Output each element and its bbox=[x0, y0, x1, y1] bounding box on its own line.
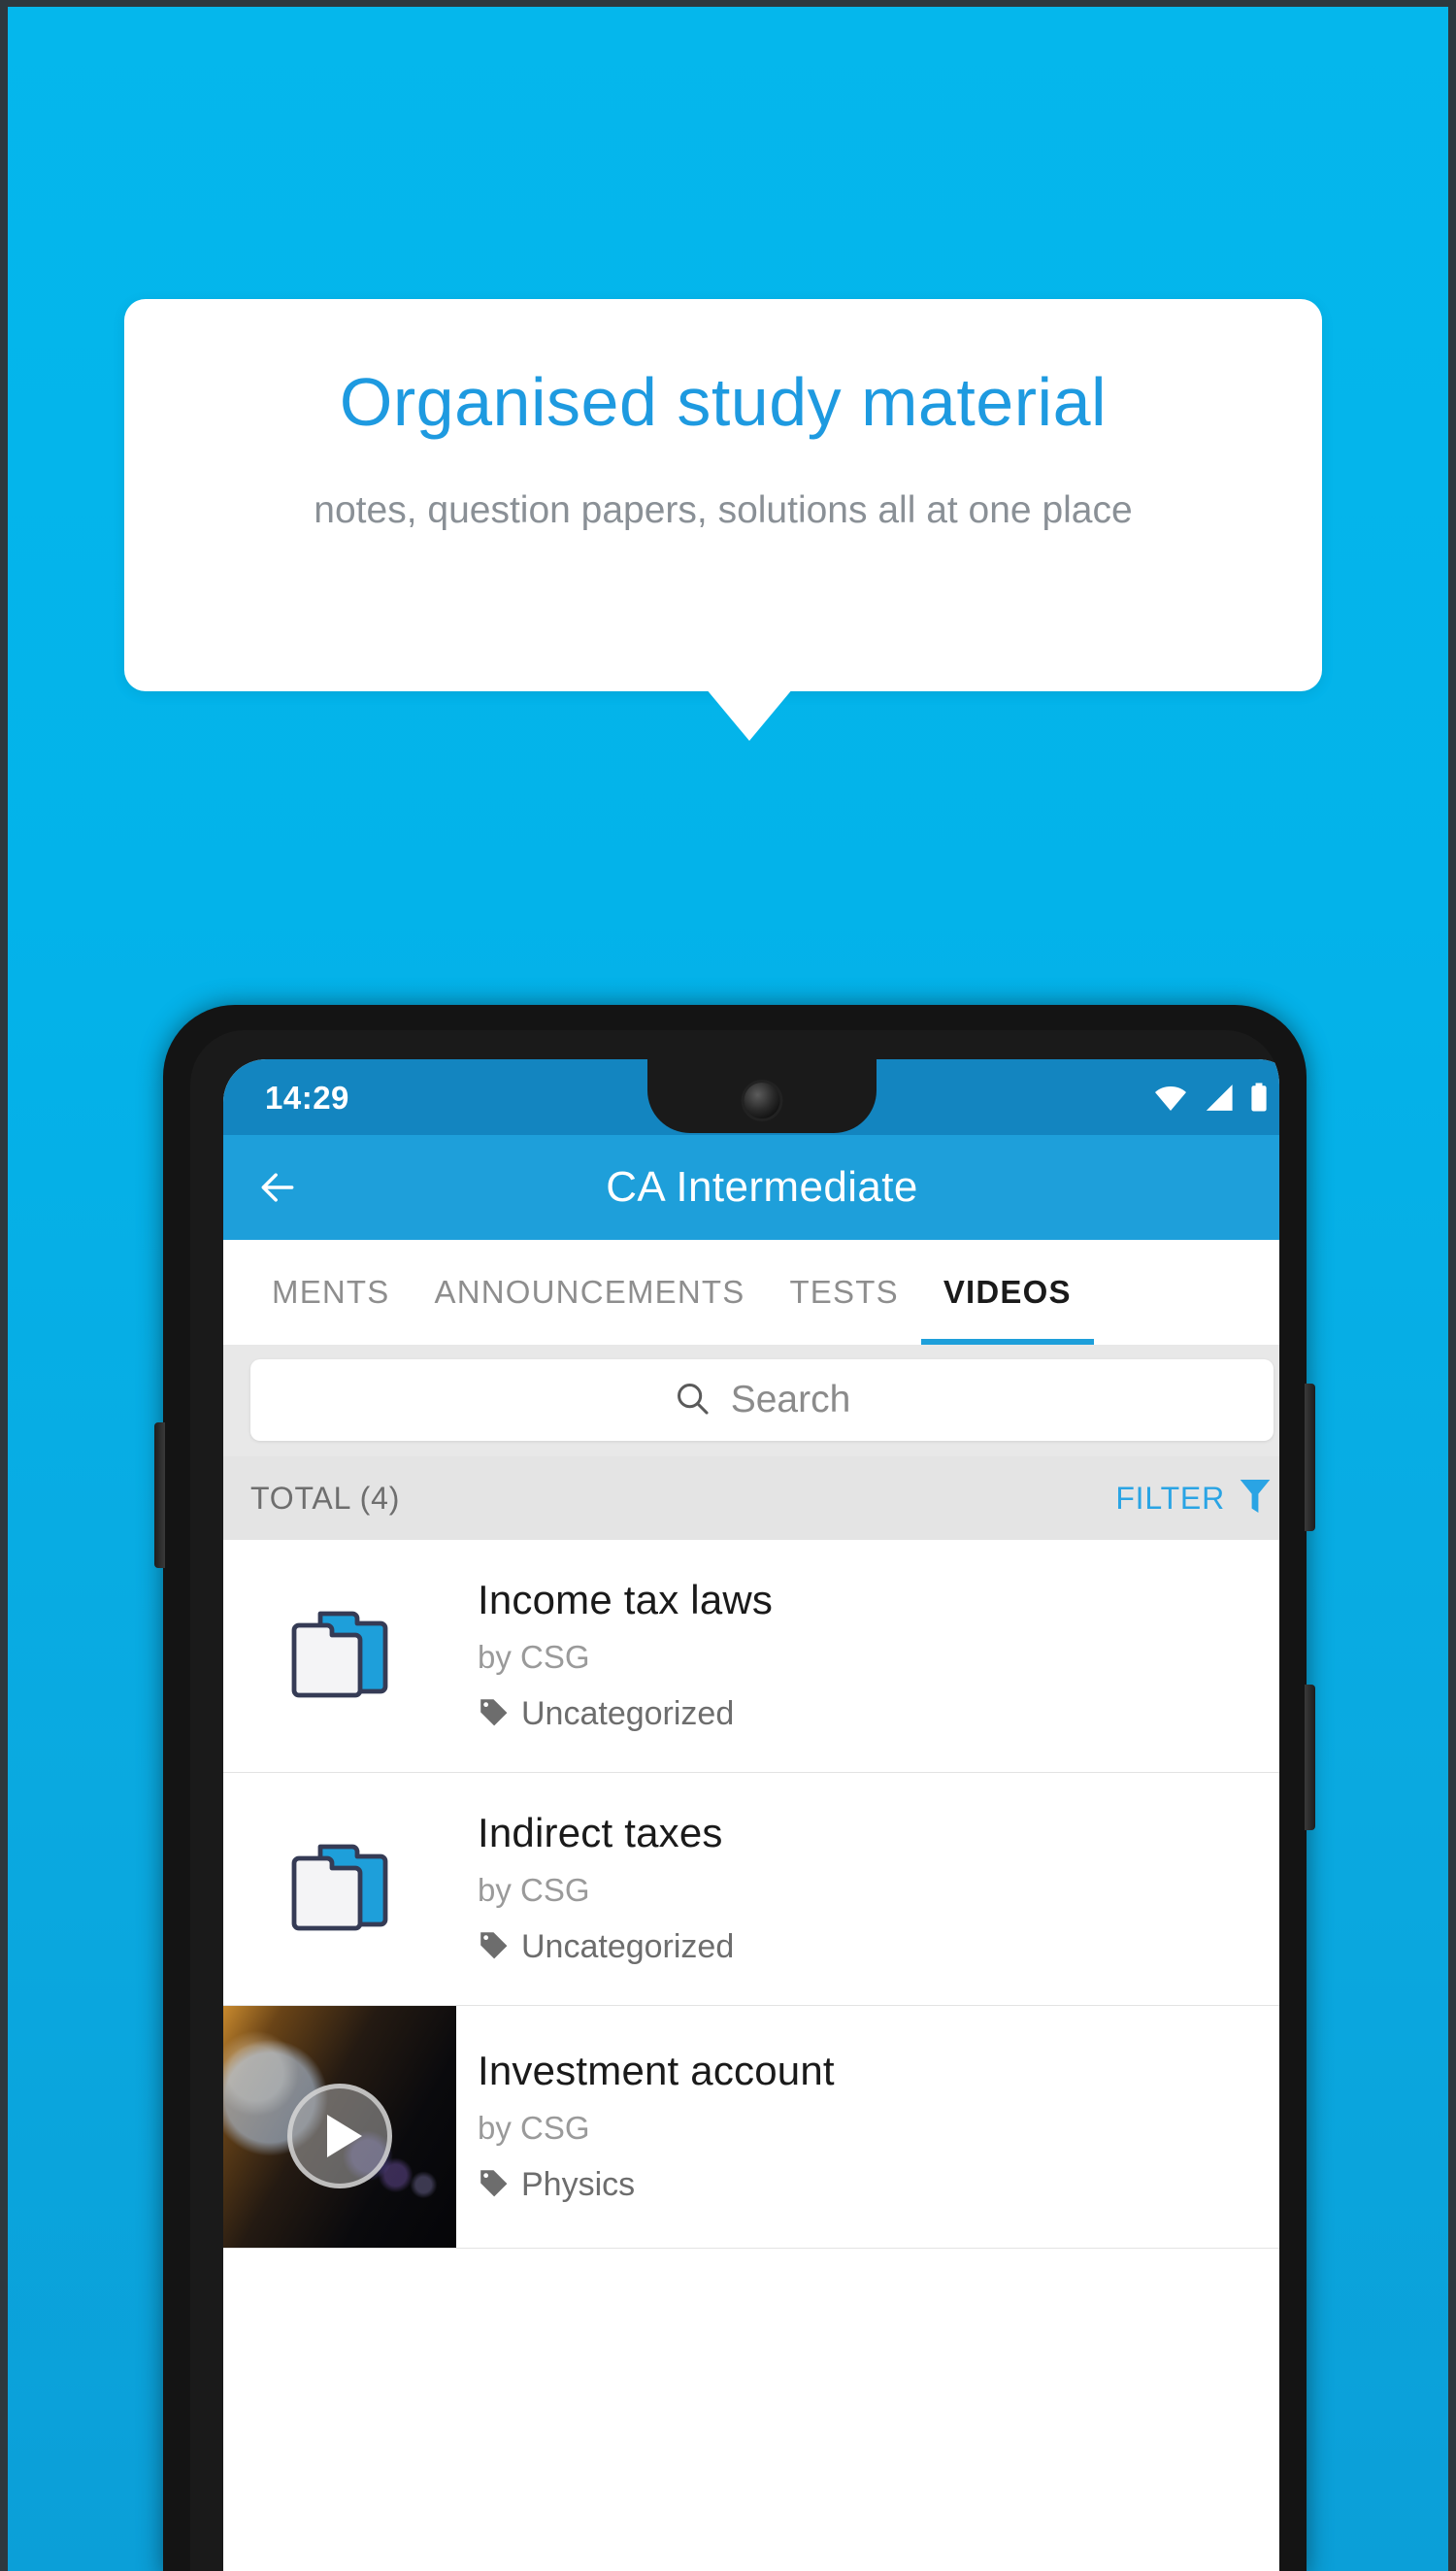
list-item-title: Indirect taxes bbox=[478, 1810, 723, 1855]
tab-ments[interactable]: MENTS bbox=[249, 1240, 413, 1345]
tab-videos[interactable]: VIDEOS bbox=[920, 1240, 1094, 1345]
frame-edge-left bbox=[0, 0, 8, 2571]
power-button[interactable] bbox=[1305, 1685, 1315, 1830]
tab-announcements[interactable]: ANNOUNCEMENTS bbox=[413, 1240, 768, 1345]
list-item[interactable]: Indirect taxes by CSG Uncategorized bbox=[223, 1773, 1279, 2006]
search-placeholder: Search bbox=[730, 1379, 851, 1420]
search-bar-container: Search bbox=[223, 1345, 1279, 1456]
list-item-tag-label: Uncategorized bbox=[521, 1928, 735, 1965]
list-item-author: by CSG bbox=[478, 1639, 590, 1675]
list-item-body: Income tax laws by CSG Uncategorized bbox=[456, 1559, 1279, 1753]
status-bar: 14:29 bbox=[223, 1059, 1279, 1135]
folder-icon bbox=[289, 1608, 390, 1704]
front-camera-icon bbox=[744, 1083, 780, 1119]
video-thumbnail[interactable] bbox=[223, 2006, 456, 2248]
promo-title: Organised study material bbox=[339, 364, 1108, 440]
phone-notch bbox=[647, 1059, 877, 1133]
play-icon[interactable] bbox=[287, 2084, 392, 2189]
phone-bezel: 14:29 CA Intermediate MENTS ANNOUNCEMENT… bbox=[190, 1030, 1279, 2571]
tag-icon bbox=[478, 2167, 509, 2203]
list-item-title: Investment account bbox=[478, 2048, 835, 2093]
list-toolbar: TOTAL (4) FILTER bbox=[223, 1456, 1279, 1540]
frame-edge-top bbox=[0, 0, 1456, 7]
total-count-label: TOTAL (4) bbox=[250, 1480, 401, 1516]
list-item-body: Indirect taxes by CSG Uncategorized bbox=[456, 1792, 1279, 1986]
search-input[interactable]: Search bbox=[250, 1359, 1274, 1441]
content-list: Income tax laws by CSG Uncategorized Ind… bbox=[223, 1540, 1279, 2249]
list-item-tag-label: Uncategorized bbox=[521, 1695, 735, 1732]
list-item-author: by CSG bbox=[478, 1872, 590, 1908]
tab-tests[interactable]: TESTS bbox=[767, 1240, 920, 1345]
list-item[interactable]: Investment account by CSG Physics bbox=[223, 2006, 1279, 2249]
app-bar: CA Intermediate bbox=[223, 1135, 1279, 1240]
page-title: CA Intermediate bbox=[606, 1163, 918, 1211]
frame-edge-right bbox=[1448, 0, 1456, 2571]
list-item-tag-label: Physics bbox=[521, 2166, 636, 2203]
list-item-title: Income tax laws bbox=[478, 1577, 774, 1622]
promo-speech-bubble: Organised study material notes, question… bbox=[124, 299, 1322, 691]
status-bar-icons bbox=[1154, 1083, 1268, 1117]
cellular-signal-icon bbox=[1204, 1084, 1234, 1116]
volume-button[interactable] bbox=[1305, 1384, 1315, 1531]
phone-mockup: 14:29 CA Intermediate MENTS ANNOUNCEMENT… bbox=[154, 1005, 1315, 2571]
tab-bar: MENTS ANNOUNCEMENTS TESTS VIDEOS bbox=[223, 1240, 1279, 1345]
search-icon bbox=[674, 1380, 711, 1421]
folder-icon bbox=[289, 1841, 390, 1937]
status-bar-clock: 14:29 bbox=[265, 1080, 349, 1116]
left-side-button[interactable] bbox=[154, 1422, 165, 1568]
tag-icon bbox=[478, 1696, 509, 1732]
list-item-thumbnail bbox=[223, 1540, 456, 1772]
list-item-tag: Uncategorized bbox=[478, 1928, 1277, 1966]
wifi-icon bbox=[1154, 1085, 1187, 1116]
filter-button[interactable]: FILTER bbox=[1115, 1478, 1272, 1519]
phone-screen: 14:29 CA Intermediate MENTS ANNOUNCEMENT… bbox=[223, 1059, 1279, 2571]
list-item-body: Investment account by CSG Physics bbox=[456, 2030, 1279, 2223]
promo-subtitle: notes, question papers, solutions all at… bbox=[314, 489, 1133, 531]
filter-funnel-icon bbox=[1239, 1478, 1272, 1519]
list-item-thumbnail bbox=[223, 2006, 456, 2248]
list-item-thumbnail bbox=[223, 1773, 456, 2005]
list-item[interactable]: Income tax laws by CSG Uncategorized bbox=[223, 1540, 1279, 1773]
tag-icon bbox=[478, 1929, 509, 1965]
list-item-tag: Uncategorized bbox=[478, 1695, 1277, 1733]
list-item-tag: Physics bbox=[478, 2166, 1277, 2204]
filter-label: FILTER bbox=[1115, 1480, 1225, 1516]
battery-icon bbox=[1250, 1083, 1268, 1117]
speech-bubble-tail bbox=[706, 688, 793, 741]
screenshot-canvas: Organised study material notes, question… bbox=[0, 0, 1456, 2571]
list-item-author: by CSG bbox=[478, 2110, 590, 2146]
